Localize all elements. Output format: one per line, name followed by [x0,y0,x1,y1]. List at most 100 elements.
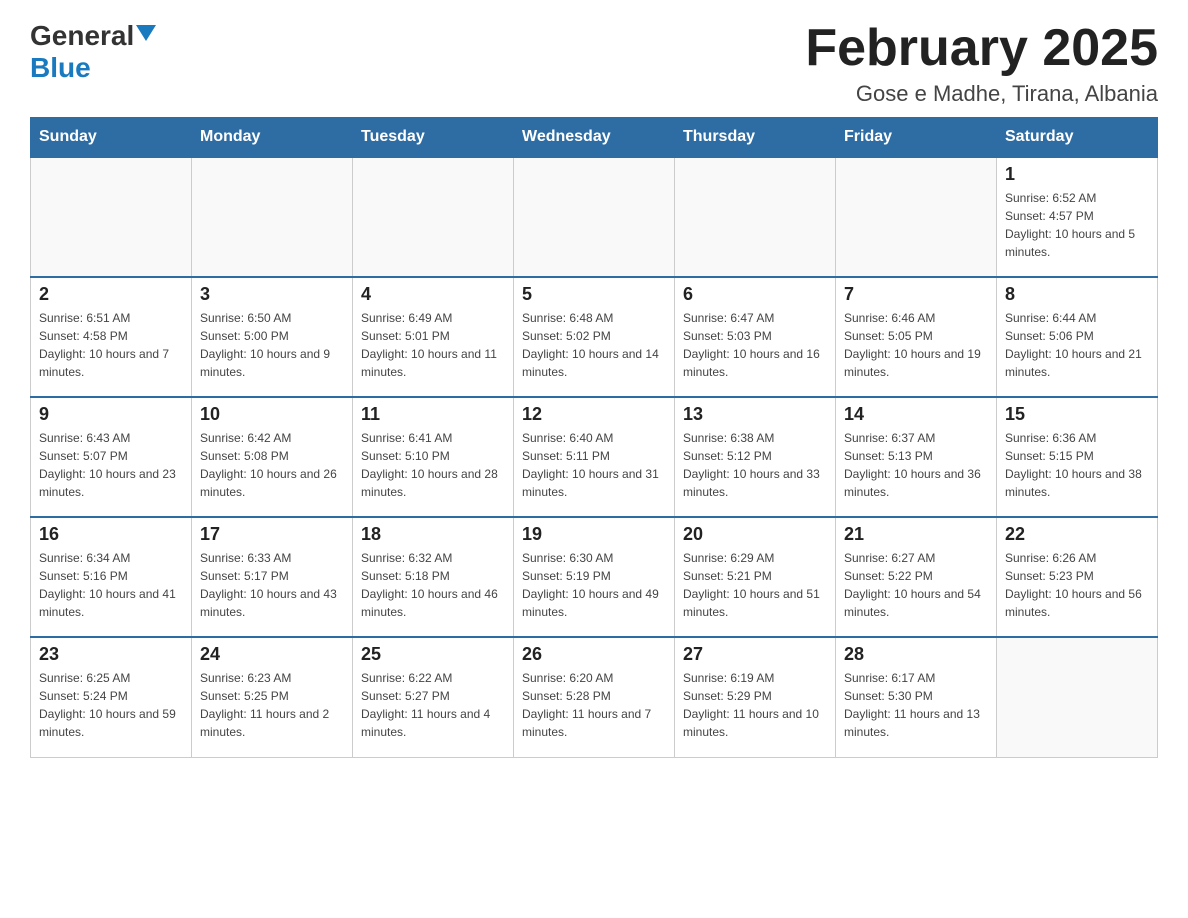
header: General Blue February 2025 Gose e Madhe,… [30,20,1158,107]
sunrise-text: Sunrise: 6:52 AM [1005,189,1149,207]
day-number: 11 [361,404,505,425]
sunset-text: Sunset: 5:19 PM [522,567,666,585]
table-row: 3 Sunrise: 6:50 AMSunset: 5:00 PMDaylight… [192,277,353,397]
table-row: 4Sunrise: 6:49 AMSunset: 5:01 PMDaylight… [353,277,514,397]
table-row [997,637,1158,757]
day-number: 16 [39,524,183,545]
day-number: 15 [1005,404,1149,425]
sunrise-text: Sunrise: 6:25 AM [39,669,183,687]
daylight-text: Daylight: 10 hours and 26 minutes. [200,465,344,501]
day-info: Sunrise: 6:50 AMSunset: 5:00 PMDaylight:… [200,309,344,381]
daylight-text: Daylight: 10 hours and 16 minutes. [683,345,827,381]
sunset-text: Sunset: 5:29 PM [683,687,827,705]
calendar-week-row: 16Sunrise: 6:34 AMSunset: 5:16 PMDayligh… [31,517,1158,637]
day-info: Sunrise: 6:44 AMSunset: 5:06 PMDaylight:… [1005,309,1149,381]
table-row: 2 Sunrise: 6:51 AMSunset: 4:58 PMDaylight… [31,277,192,397]
day-number: 28 [844,644,988,665]
day-number: 5 [522,284,666,305]
sunset-text: Sunset: 5:17 PM [200,567,344,585]
daylight-text: Daylight: 10 hours and 49 minutes. [522,585,666,621]
table-row: 17Sunrise: 6:33 AMSunset: 5:17 PMDayligh… [192,517,353,637]
day-number: 2 [39,284,183,305]
sunrise-text: Sunrise: 6:29 AM [683,549,827,567]
sunrise-text: Sunrise: 6:46 AM [844,309,988,327]
day-number: 26 [522,644,666,665]
sunrise-text: Sunrise: 6:41 AM [361,429,505,447]
day-info: Sunrise: 6:25 AMSunset: 5:24 PMDaylight:… [39,669,183,741]
table-row: 11 Sunrise: 6:41 AMSunset: 5:10 PMDayligh… [353,397,514,517]
day-number: 3 [200,284,344,305]
sunrise-text: Sunrise: 6:32 AM [361,549,505,567]
daylight-text: Daylight: 10 hours and 51 minutes. [683,585,827,621]
col-sunday: Sunday [31,118,192,158]
day-info: Sunrise: 6:22 AMSunset: 5:27 PMDaylight:… [361,669,505,741]
day-number: 12 [522,404,666,425]
day-number: 21 [844,524,988,545]
sunrise-text: Sunrise: 6:22 AM [361,669,505,687]
sunrise-text: Sunrise: 6:43 AM [39,429,183,447]
day-info: Sunrise: 6:51 AMSunset: 4:58 PMDaylight:… [39,309,183,381]
day-info: Sunrise: 6:38 AMSunset: 5:12 PMDaylight:… [683,429,827,501]
daylight-text: Daylight: 10 hours and 28 minutes. [361,465,505,501]
day-number: 22 [1005,524,1149,545]
daylight-text: Daylight: 10 hours and 7 minutes. [39,345,183,381]
calendar-week-row: 1Sunrise: 6:52 AMSunset: 4:57 PMDaylight… [31,157,1158,277]
day-number: 24 [200,644,344,665]
sunset-text: Sunset: 4:58 PM [39,327,183,345]
table-row: 21Sunrise: 6:27 AMSunset: 5:22 PMDayligh… [836,517,997,637]
sunset-text: Sunset: 5:06 PM [1005,327,1149,345]
table-row: 24 Sunrise: 6:23 AMSunset: 5:25 PMDayligh… [192,637,353,757]
daylight-text: Daylight: 10 hours and 21 minutes. [1005,345,1149,381]
daylight-text: Daylight: 11 hours and 7 minutes. [522,705,666,741]
sunset-text: Sunset: 5:03 PM [683,327,827,345]
sunrise-text: Sunrise: 6:42 AM [200,429,344,447]
table-row [675,157,836,277]
logo: General Blue [30,20,156,84]
daylight-text: Daylight: 10 hours and 23 minutes. [39,465,183,501]
sunset-text: Sunset: 5:13 PM [844,447,988,465]
daylight-text: Daylight: 11 hours and 13 minutes. [844,705,988,741]
calendar-header-row: Sunday Monday Tuesday Wednesday Thursday… [31,118,1158,158]
day-number: 1 [1005,164,1149,185]
day-info: Sunrise: 6:47 AMSunset: 5:03 PMDaylight:… [683,309,827,381]
sunrise-text: Sunrise: 6:19 AM [683,669,827,687]
day-number: 25 [361,644,505,665]
calendar-table: Sunday Monday Tuesday Wednesday Thursday… [30,117,1158,758]
sunrise-text: Sunrise: 6:17 AM [844,669,988,687]
sunset-text: Sunset: 5:10 PM [361,447,505,465]
daylight-text: Daylight: 10 hours and 11 minutes. [361,345,505,381]
table-row: 26 Sunrise: 6:20 AMSunset: 5:28 PMDayligh… [514,637,675,757]
day-info: Sunrise: 6:23 AMSunset: 5:25 PMDaylight:… [200,669,344,741]
day-info: Sunrise: 6:17 AMSunset: 5:30 PMDaylight:… [844,669,988,741]
calendar-week-row: 9Sunrise: 6:43 AMSunset: 5:07 PMDaylight… [31,397,1158,517]
sunrise-text: Sunrise: 6:48 AM [522,309,666,327]
table-row [836,157,997,277]
day-number: 23 [39,644,183,665]
sunset-text: Sunset: 5:08 PM [200,447,344,465]
sunrise-text: Sunrise: 6:37 AM [844,429,988,447]
calendar-week-row: 2 Sunrise: 6:51 AMSunset: 4:58 PMDaylight… [31,277,1158,397]
sunrise-text: Sunrise: 6:50 AM [200,309,344,327]
sunset-text: Sunset: 5:24 PM [39,687,183,705]
day-number: 6 [683,284,827,305]
day-info: Sunrise: 6:26 AMSunset: 5:23 PMDaylight:… [1005,549,1149,621]
sunset-text: Sunset: 5:05 PM [844,327,988,345]
day-info: Sunrise: 6:37 AMSunset: 5:13 PMDaylight:… [844,429,988,501]
sunset-text: Sunset: 5:25 PM [200,687,344,705]
sunrise-text: Sunrise: 6:33 AM [200,549,344,567]
calendar-week-row: 23Sunrise: 6:25 AMSunset: 5:24 PMDayligh… [31,637,1158,757]
title-area: February 2025 Gose e Madhe, Tirana, Alba… [805,20,1158,107]
sunrise-text: Sunrise: 6:20 AM [522,669,666,687]
table-row: 25 Sunrise: 6:22 AMSunset: 5:27 PMDayligh… [353,637,514,757]
table-row: 10Sunrise: 6:42 AMSunset: 5:08 PMDayligh… [192,397,353,517]
day-number: 17 [200,524,344,545]
col-wednesday: Wednesday [514,118,675,158]
table-row: 20Sunrise: 6:29 AMSunset: 5:21 PMDayligh… [675,517,836,637]
day-info: Sunrise: 6:36 AMSunset: 5:15 PMDaylight:… [1005,429,1149,501]
day-number: 13 [683,404,827,425]
day-number: 20 [683,524,827,545]
sunset-text: Sunset: 4:57 PM [1005,207,1149,225]
sunrise-text: Sunrise: 6:36 AM [1005,429,1149,447]
sunrise-text: Sunrise: 6:38 AM [683,429,827,447]
sunset-text: Sunset: 5:28 PM [522,687,666,705]
